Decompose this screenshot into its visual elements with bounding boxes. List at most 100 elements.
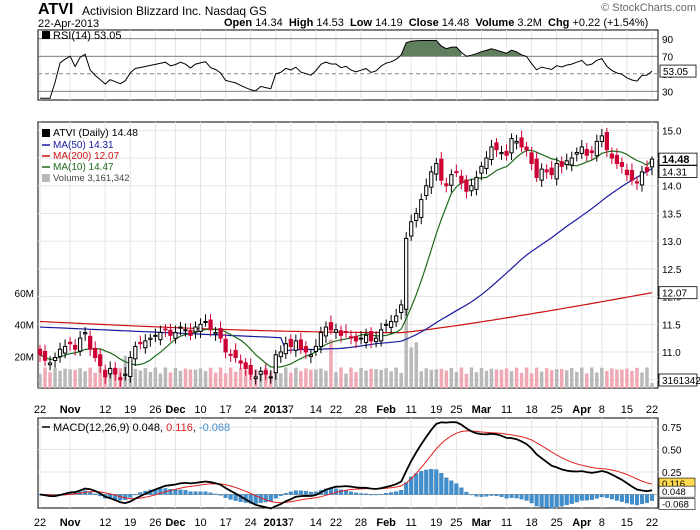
volume-bar — [399, 372, 403, 388]
candle-body — [569, 157, 574, 166]
volume-bar — [635, 367, 639, 388]
candle-body — [579, 146, 584, 154]
candle-body — [464, 179, 469, 192]
macd-histogram-bar — [559, 494, 564, 507]
macd-label: MACD(12,26,9) 0.048, 0.116, -0.068 — [53, 422, 230, 434]
x-axis-label-price: Apr — [572, 404, 592, 416]
volume-bar — [419, 371, 423, 388]
volume-bar — [474, 372, 479, 388]
candle-body — [188, 329, 193, 336]
volume-bar — [369, 368, 373, 388]
macd-histogram-bar — [379, 493, 384, 495]
volume-bar — [43, 367, 47, 388]
volume-tick-label: 60M — [15, 289, 34, 300]
macd-histogram-bar — [399, 489, 404, 495]
volume-bar — [519, 372, 524, 388]
x-axis-label-price: 17 — [219, 404, 231, 416]
price-tick-label: 11.0 — [662, 348, 681, 359]
macd-histogram-bar — [364, 493, 369, 495]
macd-histogram-bar — [298, 490, 303, 495]
x-axis-label-price: 25 — [551, 404, 563, 416]
volume-bar — [580, 367, 584, 388]
candle-body — [42, 350, 48, 361]
rsi-last-value: 53.05 — [663, 67, 688, 78]
candle-body — [414, 212, 419, 221]
volume-bar — [143, 367, 148, 388]
macd-histogram-bar — [138, 492, 143, 495]
candle-body — [298, 339, 303, 350]
candle-body — [619, 162, 625, 167]
x-axis-label-price: 22 — [330, 404, 342, 416]
candle-body — [399, 304, 404, 313]
x-axis-label-price: 7 — [288, 404, 294, 416]
rsi-label: RSI(14) 53.05 — [53, 30, 121, 42]
volume-bar — [208, 367, 213, 388]
candle-body — [88, 335, 93, 350]
volume-bar — [314, 369, 318, 388]
macd-histogram-bar — [178, 489, 183, 495]
volume-tick-label: 40M — [15, 321, 34, 332]
candle-body — [123, 373, 128, 376]
volume-bar — [193, 369, 198, 388]
macd-histogram-bar — [278, 494, 283, 496]
macd-histogram-bar — [233, 494, 238, 501]
macd-histogram-bar — [88, 491, 93, 495]
macd-histogram-bar — [644, 494, 649, 504]
macd-histogram-bar — [133, 494, 138, 496]
macd-histogram-bar — [529, 494, 534, 504]
x-axis-label-price: 26 — [149, 404, 161, 416]
candle-body — [639, 171, 645, 186]
macd-histogram-bar — [283, 493, 288, 495]
ma50-last-label: 14.31 — [662, 168, 687, 179]
candle-body — [353, 335, 359, 342]
x-axis-label-macd: 11 — [501, 517, 512, 529]
macd-histogram-bar — [524, 494, 529, 501]
volume-bar — [379, 369, 383, 388]
x-axis-label-macd: 15 — [621, 517, 633, 529]
macd-histogram-bar — [424, 469, 429, 495]
volume-bar — [198, 368, 203, 388]
volume-bar — [564, 370, 569, 388]
macd-histogram-bar — [263, 494, 268, 503]
candle-body — [113, 367, 118, 375]
volume-bar — [409, 347, 413, 388]
candle-body — [318, 332, 324, 347]
volume-bar — [364, 370, 368, 388]
volume-bar — [605, 370, 609, 388]
candle-body — [183, 329, 188, 332]
macd-histogram-bar — [469, 494, 474, 496]
candle-body — [143, 340, 148, 349]
candle-body — [499, 151, 504, 155]
volume-bar — [228, 367, 233, 388]
macd-histogram-bar — [449, 480, 454, 495]
x-axis-label-price: 8 — [599, 404, 605, 416]
candle-body — [328, 322, 334, 331]
macd-histogram-bar — [549, 494, 554, 509]
candle-body — [263, 370, 268, 375]
volume-bar — [329, 339, 333, 388]
candle-body — [178, 326, 183, 329]
macd-histogram-bar — [629, 494, 634, 505]
volume-bar — [68, 369, 72, 388]
rsi-panel-frame — [37, 29, 659, 101]
volume-bar — [479, 367, 484, 388]
volume-bar — [414, 342, 418, 388]
volume-bar — [58, 370, 62, 388]
candle-body — [168, 329, 173, 336]
candle-body — [293, 340, 298, 351]
volume-bar — [203, 371, 208, 388]
macd-histogram-bar — [203, 491, 208, 495]
macd-histogram-bar — [599, 494, 604, 498]
ma200-legend: MA(200) 12.07 — [53, 151, 120, 162]
x-axis-label-macd: 7 — [288, 517, 294, 529]
volume-bar — [585, 373, 589, 388]
macd-histogram-bar — [188, 491, 193, 495]
candle-body — [348, 336, 354, 339]
candle-body — [368, 331, 374, 342]
candle-body — [539, 168, 544, 181]
volume-bar — [233, 371, 238, 388]
volume-bar — [183, 368, 188, 388]
volume-bar — [354, 371, 358, 388]
volume-bar — [319, 368, 323, 388]
volume-bar — [434, 369, 439, 388]
